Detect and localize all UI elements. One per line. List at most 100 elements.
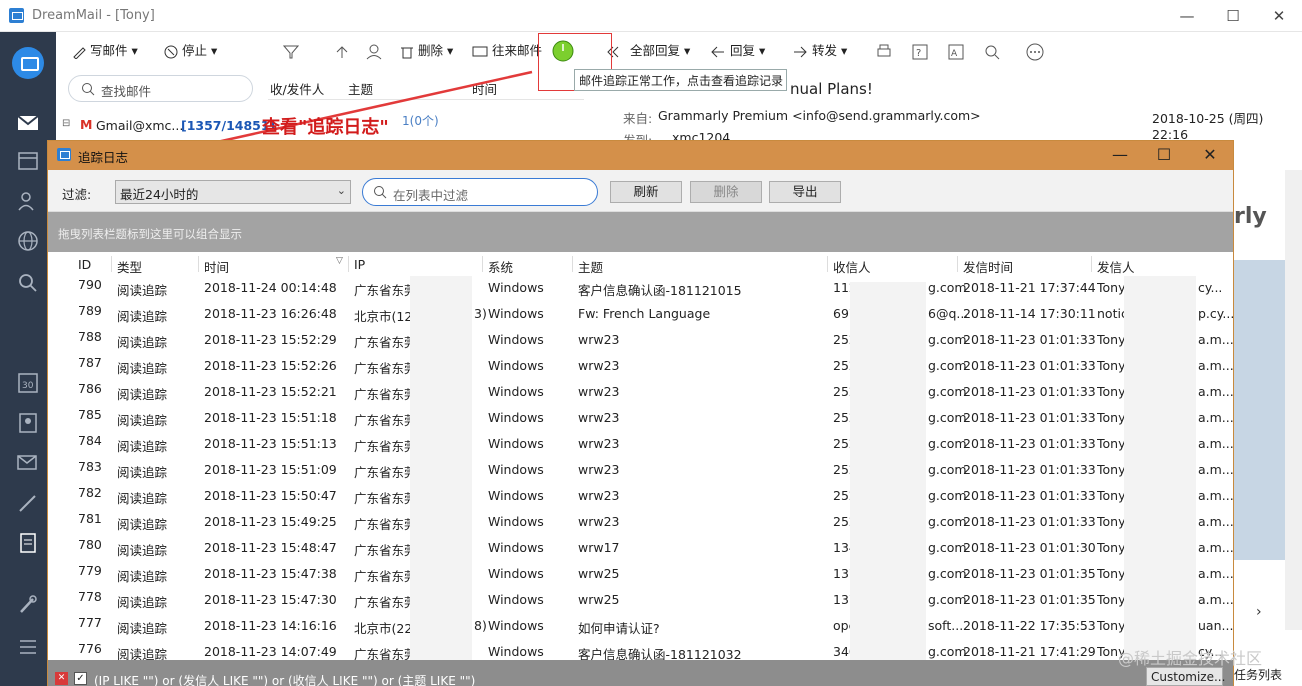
column-separator[interactable] [482, 256, 483, 272]
globe-icon[interactable] [16, 230, 40, 252]
col-time[interactable]: 时间 [472, 79, 497, 98]
table-row[interactable]: 786 阅读追踪 2018-11-23 15:52:21 广东省东莞 Windows wr… [48, 380, 1233, 406]
delete-button[interactable]: 删除 ▾ [400, 41, 453, 61]
column-header[interactable]: 时间 [204, 257, 229, 276]
cell-to-tail: g.com [928, 462, 967, 477]
column-header[interactable]: IP [354, 257, 365, 272]
cell-subject: wrw23 [578, 358, 620, 373]
cell-ip: 广东省东莞 [354, 465, 417, 480]
dreammail-icon [9, 8, 24, 23]
more-icon[interactable] [1026, 41, 1044, 61]
address-book-icon[interactable] [16, 412, 40, 434]
print-icon[interactable] [876, 41, 892, 61]
delete-log-button[interactable]: 删除 [690, 181, 762, 203]
dialog-close-button[interactable]: ✕ [1187, 144, 1233, 166]
export-button[interactable]: 导出 [769, 181, 841, 203]
table-row[interactable]: 782 阅读追踪 2018-11-23 15:50:47 广东省东莞 Windows wr… [48, 484, 1233, 510]
list-filter-input[interactable]: 在列表中过滤 [362, 178, 598, 206]
zoom-icon[interactable] [984, 41, 1000, 61]
cell-to-tail: soft... [928, 618, 964, 633]
refresh-button[interactable]: 刷新 [610, 181, 682, 203]
table-row[interactable]: 787 阅读追踪 2018-11-23 15:52:26 广东省东莞 Windows wr… [48, 354, 1233, 380]
threads-button[interactable]: 往来邮件 [472, 41, 542, 61]
column-header[interactable]: 系统 [488, 257, 513, 276]
cell-from-tail: a.m... [1198, 592, 1233, 607]
account-gmail[interactable]: ⊟ M Gmail@xmc... [1357/14851] [60, 115, 275, 137]
table-row[interactable]: 788 阅读追踪 2018-11-23 15:52:29 广东省东莞 Windows wr… [48, 328, 1233, 354]
clear-filter-icon[interactable]: ✕ [55, 672, 68, 685]
time-range-select[interactable]: 最近24小时的 ⌄ [115, 180, 351, 204]
column-header[interactable]: 收信人 [833, 257, 871, 276]
menu-icon[interactable] [16, 636, 40, 658]
column-separator[interactable] [572, 256, 573, 272]
cell-sent: 2018-11-21 17:37:44 [963, 280, 1096, 295]
table-row[interactable]: 779 阅读追踪 2018-11-23 15:47:38 广东省东莞 Windows wr… [48, 562, 1233, 588]
stop-button[interactable]: 停止 ▾ [164, 41, 217, 61]
contacts-icon[interactable] [16, 190, 40, 212]
calendar-icon[interactable] [16, 150, 40, 172]
pen-icon[interactable] [16, 492, 40, 514]
table-row[interactable]: 790 阅读追踪 2018-11-24 00:14:48 广东省东莞 Windows 客户… [48, 276, 1233, 302]
upload-icon[interactable] [334, 41, 350, 61]
column-separator[interactable] [111, 256, 112, 272]
column-header[interactable]: ID [78, 257, 91, 272]
col-subject[interactable]: 主题 [348, 79, 373, 98]
cell-sys: Windows [488, 514, 544, 529]
close-button[interactable]: ✕ [1256, 4, 1302, 28]
brand-fragment: rly [1234, 204, 1267, 229]
customize-button[interactable]: Customize... [1146, 667, 1225, 686]
mail-icon[interactable] [16, 112, 40, 134]
column-header[interactable]: 发信人 [1097, 257, 1135, 276]
scroll-right-icon[interactable]: › [1256, 604, 1262, 620]
column-separator[interactable] [957, 256, 958, 272]
search-icon[interactable] [16, 272, 40, 294]
mail-settings-icon[interactable] [16, 452, 40, 474]
calendar-30-icon[interactable]: 30 [16, 372, 40, 394]
column-separator[interactable] [827, 256, 828, 272]
edit-image-icon[interactable]: A [948, 41, 964, 61]
tools-icon[interactable] [16, 594, 40, 616]
filter-icon[interactable] [282, 41, 300, 61]
dialog-maximize-button[interactable]: ☐ [1141, 144, 1187, 166]
reply-all-label: 全部回复 [629, 43, 680, 58]
task-list-tab[interactable]: 任务列表 [1234, 666, 1282, 683]
collapse-icon[interactable]: ⊟ [62, 118, 70, 129]
table-row[interactable]: 780 阅读追踪 2018-11-23 15:48:47 广东省东莞 Windows wr… [48, 536, 1233, 562]
help-icon[interactable]: ? [912, 41, 928, 61]
column-separator[interactable] [348, 256, 349, 272]
dreammail-logo-icon[interactable] [12, 47, 44, 79]
filter-label: 过滤: [62, 187, 92, 202]
minimize-button[interactable]: — [1164, 4, 1210, 28]
table-row[interactable]: 776 阅读追踪 2018-11-23 14:07:49 广东省东莞 Windows 客户… [48, 640, 1233, 660]
reply-button[interactable]: 回复 ▾ [710, 41, 765, 61]
from-value[interactable]: Grammarly Premium <info@send.grammarly.c… [658, 108, 981, 123]
stop-label: 停止 [181, 43, 207, 58]
table-row[interactable]: 777 阅读追踪 2018-11-23 14:16:16 北京市(220 8) Windo… [48, 614, 1233, 640]
svg-text:?: ? [916, 48, 921, 59]
table-row[interactable]: 783 阅读追踪 2018-11-23 15:51:09 广东省东莞 Windows wr… [48, 458, 1233, 484]
search-input[interactable]: 查找邮件 [68, 75, 253, 102]
col-from[interactable]: 收/发件人 [270, 79, 324, 98]
cell-time: 2018-11-23 15:47:38 [204, 566, 337, 581]
column-separator[interactable] [1091, 256, 1092, 272]
reply-all-button[interactable]: 全部回复 ▾ [606, 41, 690, 61]
table-row[interactable]: 781 阅读追踪 2018-11-23 15:49:25 广东省东莞 Windows wr… [48, 510, 1233, 536]
forward-button[interactable]: 转发 ▾ [792, 41, 847, 61]
user-filter-icon[interactable] [366, 41, 384, 61]
filter-enabled-checkbox[interactable]: ✓ [74, 672, 87, 685]
group-by-area[interactable]: 拖曳列表栏题标到这里可以组合显示 [48, 212, 1233, 252]
cell-from-tail: a.m... [1198, 332, 1233, 347]
compose-button[interactable]: 写邮件 ▾ [72, 41, 138, 61]
table-row[interactable]: 785 阅读追踪 2018-11-23 15:51:18 广东省东莞 Windows wr… [48, 406, 1233, 432]
table-row[interactable]: 784 阅读追踪 2018-11-23 15:51:13 广东省东莞 Windows wr… [48, 432, 1233, 458]
table-row[interactable]: 789 阅读追踪 2018-11-23 16:26:48 北京市(12 3) Window… [48, 302, 1233, 328]
reading-scrollbar[interactable] [1285, 170, 1302, 630]
column-header[interactable]: 类型 [117, 257, 142, 276]
dialog-minimize-button[interactable]: — [1097, 144, 1143, 166]
maximize-button[interactable]: ☐ [1210, 4, 1256, 28]
column-header[interactable]: 主题 [578, 257, 603, 276]
notes-icon[interactable] [16, 532, 40, 554]
column-header[interactable]: 发信时间 [963, 257, 1013, 276]
table-row[interactable]: 778 阅读追踪 2018-11-23 15:47:30 广东省东莞 Windows wr… [48, 588, 1233, 614]
column-separator[interactable] [198, 256, 199, 272]
